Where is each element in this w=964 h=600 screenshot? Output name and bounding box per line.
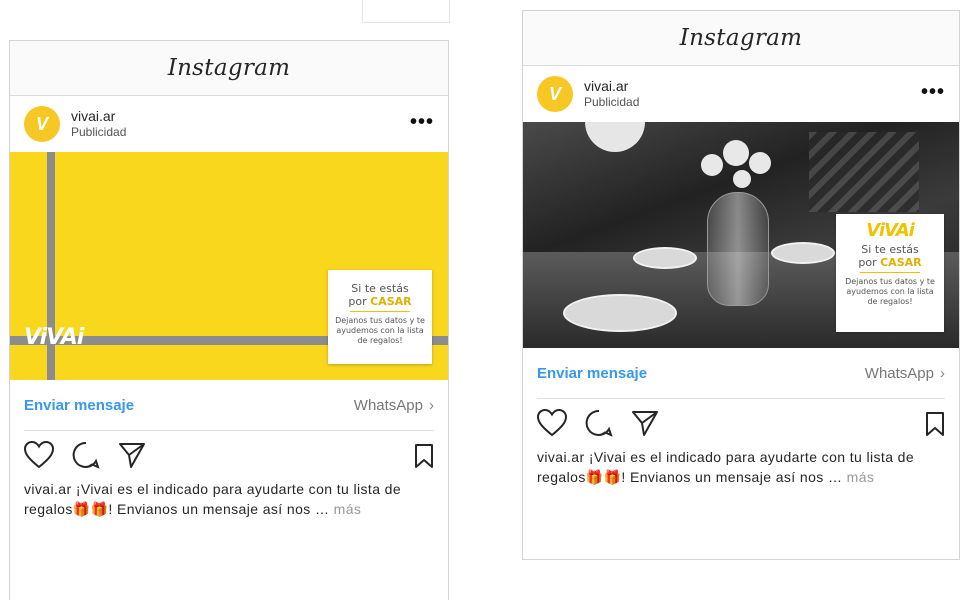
- avatar[interactable]: V: [24, 106, 60, 142]
- post-header: V vivai.ar Publicidad •••: [523, 66, 959, 122]
- more-options-icon[interactable]: •••: [921, 82, 945, 102]
- more-link[interactable]: más: [847, 469, 875, 485]
- card-rule: [350, 311, 410, 312]
- send-message-button[interactable]: Enviar mensaje: [537, 365, 647, 382]
- flower: [701, 154, 723, 176]
- card-line2: por CASAR: [858, 256, 922, 269]
- brand-logo: ViVAi: [866, 220, 915, 241]
- share-icon[interactable]: [118, 441, 146, 469]
- avatar[interactable]: V: [537, 76, 573, 112]
- ad-image[interactable]: ViVAi Si te estás por CASAR Dejanos tus …: [10, 152, 448, 380]
- more-link[interactable]: más: [334, 501, 362, 517]
- channel-label: WhatsApp: [864, 364, 934, 382]
- caption: vivai.ar ¡Vivai es el indicado para ayud…: [10, 479, 448, 519]
- card-body: Dejanos tus datos y te ayudemos con la l…: [335, 316, 425, 345]
- app-header: Instagram: [523, 11, 959, 66]
- heart-icon[interactable]: [537, 409, 567, 437]
- brand-logo: ViVAi: [24, 325, 84, 350]
- comment-icon[interactable]: [585, 409, 613, 437]
- flower: [749, 152, 771, 174]
- cta-bar[interactable]: Enviar mensaje WhatsApp ›: [523, 348, 959, 398]
- caption-text-2: ! Envianos un mensaje así nos …: [108, 501, 330, 517]
- card-rule: [860, 272, 920, 273]
- sponsored-label: Publicidad: [71, 125, 127, 139]
- caption-text-2: ! Envianos un mensaje así nos …: [621, 469, 843, 485]
- flower: [723, 140, 749, 166]
- heart-icon[interactable]: [24, 441, 54, 469]
- promo-card: Si te estás por CASAR Dejanos tus datos …: [328, 270, 432, 364]
- action-bar: [523, 399, 959, 447]
- username[interactable]: vivai.ar: [71, 108, 126, 124]
- bookmark-icon[interactable]: [414, 443, 434, 469]
- gift-emoji: 🎁🎁: [72, 501, 109, 517]
- pendant-lamp: [585, 122, 645, 152]
- post-header: V vivai.ar Publicidad •••: [10, 96, 448, 152]
- glass-vase: [707, 192, 769, 306]
- username[interactable]: vivai.ar: [584, 78, 639, 94]
- flower: [733, 170, 751, 188]
- bookmark-icon[interactable]: [925, 411, 945, 437]
- promo-card: ViVAi Si te estás por CASAR Dejanos tus …: [836, 214, 944, 332]
- card-body: Dejanos tus datos y te ayudemos con la l…: [845, 277, 935, 306]
- card-line2: por CASAR: [348, 295, 412, 308]
- whatsapp-link[interactable]: WhatsApp ›: [865, 365, 945, 382]
- plate: [563, 294, 677, 332]
- plate: [771, 242, 835, 264]
- plate: [633, 247, 697, 269]
- background-window-edge: [362, 0, 450, 23]
- instagram-logo: Instagram: [167, 55, 291, 81]
- instagram-ad-preview-photo: Instagram V vivai.ar Publicidad ••• ViVA…: [522, 10, 960, 560]
- comment-icon[interactable]: [72, 441, 100, 469]
- chevron-right-icon: ›: [429, 396, 434, 414]
- send-message-button[interactable]: Enviar mensaje: [24, 397, 134, 414]
- chevron-right-icon: ›: [940, 364, 945, 382]
- gift-emoji: 🎁🎁: [585, 469, 622, 485]
- cta-bar[interactable]: Enviar mensaje WhatsApp ›: [10, 380, 448, 430]
- caption-username[interactable]: vivai.ar: [537, 449, 585, 465]
- share-icon[interactable]: [631, 409, 659, 437]
- more-options-icon[interactable]: •••: [410, 112, 434, 132]
- app-header: Instagram: [10, 41, 448, 96]
- whatsapp-link[interactable]: WhatsApp ›: [354, 397, 434, 414]
- sponsored-label: Publicidad: [584, 95, 640, 109]
- instagram-logo: Instagram: [679, 25, 803, 51]
- card-line1: Si te estás: [861, 243, 919, 256]
- action-bar: [10, 431, 448, 479]
- caption: vivai.ar ¡Vivai es el indicado para ayud…: [523, 447, 959, 487]
- card-line1: Si te estás: [351, 282, 409, 295]
- ad-image[interactable]: ViVAi Si te estás por CASAR Dejanos tus …: [523, 122, 959, 348]
- channel-label: WhatsApp: [353, 396, 423, 414]
- background-stairs: [809, 132, 919, 212]
- instagram-ad-preview-yellow: Instagram V vivai.ar Publicidad ••• ViVA…: [9, 40, 449, 600]
- caption-username[interactable]: vivai.ar: [24, 481, 72, 497]
